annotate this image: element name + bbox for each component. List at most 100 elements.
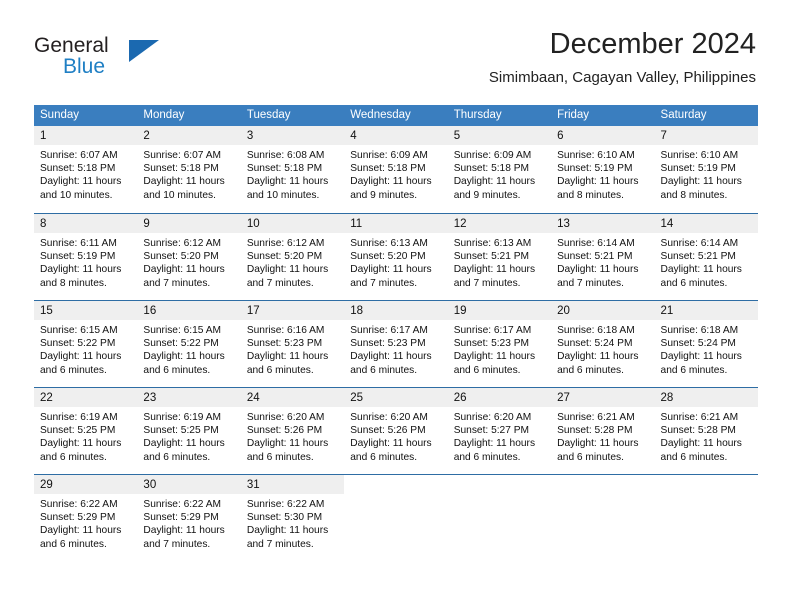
calendar-day-cell[interactable]: 31 Sunrise: 6:22 AM Sunset: 5:30 PM Dayligh… <box>240 475 345 561</box>
daylight-text-line1: Daylight: 11 hours <box>660 264 742 276</box>
sunrise-text: Sunrise: 6:20 AM <box>350 412 428 423</box>
calendar-day-cell[interactable]: 28 Sunrise: 6:21 AM Sunset: 5:28 PM Dayligh… <box>654 388 758 474</box>
general-blue-logo[interactable]: General Blue <box>34 34 164 82</box>
weekday-header-thursday: Thursday <box>453 109 502 121</box>
day-number: 19 <box>453 305 467 317</box>
day-details: Sunrise: 6:09 AM Sunset: 5:18 PM Daylight:… <box>448 145 551 202</box>
daylight-text-line1: Daylight: 11 hours <box>660 351 742 363</box>
calendar-day-cell[interactable]: 17 Sunrise: 6:16 AM Sunset: 5:23 PM Dayligh… <box>240 301 345 387</box>
day-number: 6 <box>557 130 564 142</box>
daylight-text-line1: Daylight: 11 hours <box>557 438 639 450</box>
sunrise-text: Sunrise: 6:13 AM <box>350 238 428 249</box>
sunrise-text: Sunrise: 6:07 AM <box>40 150 118 161</box>
day-number-band <box>344 475 447 494</box>
calendar-day-cell[interactable]: 15 Sunrise: 6:15 AM Sunset: 5:22 PM Dayligh… <box>34 301 138 387</box>
daylight-text-line2: and 10 minutes. <box>246 189 320 201</box>
sunset-text: Sunset: 5:21 PM <box>557 251 633 263</box>
calendar-day-cell[interactable]: 21 Sunrise: 6:18 AM Sunset: 5:24 PM Dayligh… <box>654 301 758 387</box>
day-details <box>551 494 654 498</box>
daylight-text-line1: Daylight: 11 hours <box>453 176 536 188</box>
day-number-band: 11 <box>344 214 448 233</box>
sunrise-text: Sunrise: 6:19 AM <box>143 412 222 423</box>
calendar-day-cell[interactable]: 6 Sunrise: 6:10 AM Sunset: 5:19 PM Daylight… <box>551 126 655 213</box>
calendar-day-cell[interactable]: 3 Sunrise: 6:08 AM Sunset: 5:18 PM Daylight… <box>240 126 345 213</box>
day-number: 13 <box>557 218 570 230</box>
calendar-day-cell[interactable]: 26 Sunrise: 6:20 AM Sunset: 5:27 PM Dayligh… <box>447 388 552 474</box>
sunrise-text: Sunrise: 6:12 AM <box>246 238 325 249</box>
daylight-text-line1: Daylight: 11 hours <box>557 176 639 188</box>
calendar-day-cell[interactable]: 16 Sunrise: 6:15 AM Sunset: 5:22 PM Dayligh… <box>137 301 241 387</box>
sunset-text: Sunset: 5:19 PM <box>660 163 736 175</box>
calendar-day-cell[interactable]: 14 Sunrise: 6:14 AM Sunset: 5:21 PM Dayligh… <box>654 214 758 300</box>
day-number-band: 23 <box>137 388 241 407</box>
calendar-day-cell[interactable]: 1 Sunrise: 6:07 AM Sunset: 5:18 PM Daylight… <box>34 126 138 213</box>
daylight-text-line1: Daylight: 11 hours <box>246 438 329 450</box>
day-number: 11 <box>350 218 363 230</box>
calendar-day-cell[interactable]: 8 Sunrise: 6:11 AM Sunset: 5:19 PM Daylight… <box>34 214 138 300</box>
daylight-text-line2: and 7 minutes. <box>246 277 314 289</box>
sunset-text: Sunset: 5:28 PM <box>660 425 736 437</box>
sunrise-text: Sunrise: 6:10 AM <box>660 150 739 161</box>
calendar-day-cell[interactable]: 9 Sunrise: 6:12 AM Sunset: 5:20 PM Daylight… <box>137 214 241 300</box>
logo-text-blue: Blue <box>63 55 106 78</box>
daylight-text-line2: and 6 minutes. <box>557 451 624 463</box>
calendar-day-cell[interactable]: 18 Sunrise: 6:17 AM Sunset: 5:23 PM Dayligh… <box>344 301 448 387</box>
daylight-text-line2: and 6 minutes. <box>143 364 211 376</box>
calendar-day-cell[interactable]: 27 Sunrise: 6:21 AM Sunset: 5:28 PM Dayligh… <box>551 388 655 474</box>
day-number-band: 4 <box>344 126 448 145</box>
day-number-band: 9 <box>137 214 241 233</box>
calendar-day-cell[interactable]: 22 Sunrise: 6:19 AM Sunset: 5:25 PM Dayligh… <box>34 388 138 474</box>
sunset-text: Sunset: 5:27 PM <box>453 425 530 437</box>
calendar-day-cell[interactable]: 10 Sunrise: 6:12 AM Sunset: 5:20 PM Dayligh… <box>240 214 345 300</box>
sunset-text: Sunset: 5:18 PM <box>143 163 219 175</box>
weekday-header-tuesday: Tuesday <box>246 109 291 121</box>
day-number-band: 14 <box>654 214 758 233</box>
calendar-day-cell[interactable]: 4 Sunrise: 6:09 AM Sunset: 5:18 PM Daylight… <box>344 126 448 213</box>
day-number: 1 <box>40 130 47 142</box>
day-details: Sunrise: 6:10 AM Sunset: 5:19 PM Daylight:… <box>655 145 758 202</box>
day-details: Sunrise: 6:19 AM Sunset: 5:25 PM Daylight:… <box>137 407 240 464</box>
triangle-logo-icon <box>129 40 159 62</box>
calendar-day-cell[interactable]: 2 Sunrise: 6:07 AM Sunset: 5:18 PM Daylight… <box>137 126 241 213</box>
daylight-text-line2: and 7 minutes. <box>246 538 314 550</box>
calendar-day-cell[interactable]: 30 Sunrise: 6:22 AM Sunset: 5:29 PM Dayligh… <box>137 475 241 561</box>
day-number-band: 22 <box>34 388 138 407</box>
daylight-text-line2: and 9 minutes. <box>453 189 521 201</box>
day-details <box>655 494 758 498</box>
daylight-text-line1: Daylight: 11 hours <box>40 525 122 537</box>
page-title: December 2024 <box>549 28 756 60</box>
calendar-week-row: 15 Sunrise: 6:15 AM Sunset: 5:22 PM Dayligh… <box>34 300 758 387</box>
sunrise-text: Sunrise: 6:21 AM <box>660 412 739 423</box>
day-details: Sunrise: 6:07 AM Sunset: 5:18 PM Daylight:… <box>34 145 137 202</box>
calendar-day-cell[interactable]: 5 Sunrise: 6:09 AM Sunset: 5:18 PM Daylight… <box>447 126 552 213</box>
day-number: 17 <box>246 305 260 317</box>
day-number: 21 <box>660 305 674 317</box>
day-number: 7 <box>660 130 667 142</box>
calendar-day-cell[interactable]: 23 Sunrise: 6:19 AM Sunset: 5:25 PM Dayligh… <box>137 388 241 474</box>
day-number-band: 1 <box>34 126 138 145</box>
sunrise-text: Sunrise: 6:20 AM <box>246 412 325 423</box>
day-details: Sunrise: 6:17 AM Sunset: 5:23 PM Daylight:… <box>344 320 447 377</box>
daylight-text-line2: and 6 minutes. <box>246 451 314 463</box>
day-number-band: 29 <box>34 475 138 494</box>
calendar-day-cell[interactable]: 11 Sunrise: 6:13 AM Sunset: 5:20 PM Dayligh… <box>344 214 448 300</box>
day-details: Sunrise: 6:11 AM Sunset: 5:19 PM Daylight:… <box>34 233 137 290</box>
calendar-day-cell[interactable]: 25 Sunrise: 6:20 AM Sunset: 5:26 PM Dayligh… <box>344 388 448 474</box>
calendar-weeks: 1 Sunrise: 6:07 AM Sunset: 5:18 PM Daylight… <box>34 126 758 561</box>
sunrise-text: Sunrise: 6:18 AM <box>660 325 739 336</box>
day-number: 8 <box>40 218 47 230</box>
sunset-text: Sunset: 5:21 PM <box>453 251 530 263</box>
daylight-text-line2: and 6 minutes. <box>40 364 107 376</box>
day-details: Sunrise: 6:13 AM Sunset: 5:21 PM Daylight:… <box>448 233 551 290</box>
day-details: Sunrise: 6:22 AM Sunset: 5:30 PM Daylight:… <box>241 494 344 551</box>
calendar-day-cell[interactable]: 12 Sunrise: 6:13 AM Sunset: 5:21 PM Dayligh… <box>447 214 552 300</box>
calendar-day-cell[interactable]: 19 Sunrise: 6:17 AM Sunset: 5:23 PM Dayligh… <box>447 301 552 387</box>
calendar-day-cell[interactable]: 24 Sunrise: 6:20 AM Sunset: 5:26 PM Dayligh… <box>240 388 345 474</box>
day-number-band: 15 <box>34 301 138 320</box>
sunrise-text: Sunrise: 6:17 AM <box>453 325 532 336</box>
calendar-day-cell[interactable]: 29 Sunrise: 6:22 AM Sunset: 5:29 PM Dayligh… <box>34 475 138 561</box>
daylight-text-line2: and 6 minutes. <box>143 451 211 463</box>
calendar-day-cell[interactable]: 7 Sunrise: 6:10 AM Sunset: 5:19 PM Daylight… <box>654 126 758 213</box>
calendar-day-cell[interactable]: 13 Sunrise: 6:14 AM Sunset: 5:21 PM Dayligh… <box>551 214 655 300</box>
calendar-day-cell[interactable]: 20 Sunrise: 6:18 AM Sunset: 5:24 PM Dayligh… <box>551 301 655 387</box>
